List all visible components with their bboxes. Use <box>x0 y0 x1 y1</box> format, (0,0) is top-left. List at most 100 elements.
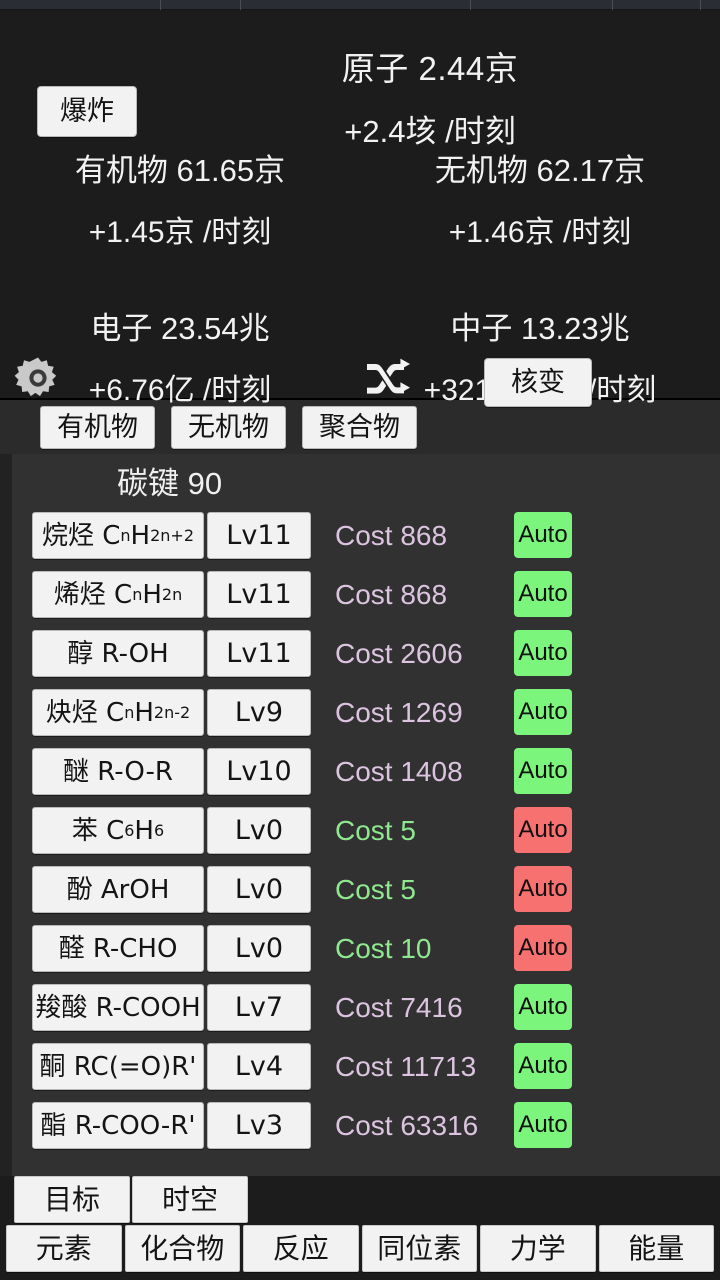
organic-amount: 有机物 61.65京 <box>74 153 286 188</box>
auto-toggle-button[interactable]: Auto <box>514 984 572 1030</box>
upgrade-cost: Cost 868 <box>335 578 448 610</box>
explode-button[interactable]: 爆炸 <box>37 86 137 137</box>
upgrade-cost: Cost 5 <box>335 814 416 846</box>
upgrade-level-button[interactable]: Lv0 <box>207 807 311 854</box>
upgrade-row: 酯 R-COO-R' Lv3 Cost 63316 Auto <box>32 1096 720 1155</box>
upgrade-name-button[interactable]: 醛 R-CHO <box>32 925 204 972</box>
upgrade-cost: Cost 10 <box>335 932 432 964</box>
tab-organic[interactable]: 有机物 <box>40 405 155 449</box>
upgrade-cost: Cost 868 <box>335 519 448 551</box>
inorganic-stat: 无机物 62.17京 +1.46京 /时刻 <box>360 145 720 251</box>
organic-stat: 有机物 61.65京 +1.45京 /时刻 <box>0 145 360 251</box>
app-root: 爆炸 原子 2.44京 +2.4垓 /时刻 有机物 61.65京 +1.45京 … <box>0 0 720 1280</box>
nav-elements[interactable]: 元素 <box>6 1225 122 1272</box>
upgrade-name-button[interactable]: 酯 R-COO-R' <box>32 1102 204 1149</box>
system-bar <box>0 0 720 10</box>
auto-toggle-button[interactable]: Auto <box>514 512 572 558</box>
bottom-nav: 目标 时空 元素 化合物 反应 同位素 力学 能量 <box>0 1176 720 1280</box>
upgrade-name-button[interactable]: 羧酸 R-COOH <box>32 984 204 1031</box>
auto-toggle-button[interactable]: Auto <box>514 748 572 794</box>
upgrade-row-inner: 烯烃 Cn H 2n Lv11 Cost 868 <box>32 565 720 624</box>
upgrade-row-inner: 苯 C 6 H 6 Lv0 Cost 5 <box>32 801 720 860</box>
upgrade-row: 羧酸 R-COOH Lv7 Cost 7416 Auto <box>32 978 720 1037</box>
upgrade-level-button[interactable]: Lv11 <box>207 571 311 618</box>
upgrade-row: 苯 C 6 H 6 Lv0 Cost 5 Auto <box>32 801 720 860</box>
auto-toggle-button[interactable]: Auto <box>514 866 572 912</box>
neutron-amount: 中子 13.23兆 <box>450 311 630 346</box>
upgrade-cost: Cost 5 <box>335 873 416 905</box>
upgrade-row: 烯烃 Cn H 2n Lv11 Cost 868 Auto <box>32 565 720 624</box>
upgrade-name-button[interactable]: 烷烃 Cn H 2n+2 <box>32 512 204 559</box>
bottom-nav-top-row: 目标 时空 <box>0 1176 720 1223</box>
upgrade-row-inner: 酯 R-COO-R' Lv3 Cost 63316 <box>32 1096 720 1155</box>
nav-isotopes[interactable]: 同位素 <box>361 1225 477 1272</box>
upgrade-row-inner: 羧酸 R-COOH Lv7 Cost 7416 <box>32 978 720 1037</box>
auto-toggle-button[interactable]: Auto <box>514 571 572 617</box>
auto-toggle-button[interactable]: Auto <box>514 1043 572 1089</box>
upgrade-level-button[interactable]: Lv11 <box>207 512 311 559</box>
upgrade-level-button[interactable]: Lv0 <box>207 866 311 913</box>
upgrade-level-button[interactable]: Lv4 <box>207 1043 311 1090</box>
atom-stat: 原子 2.44京 +2.4垓 /时刻 <box>200 42 660 151</box>
upgrade-cost: Cost 1269 <box>335 696 463 728</box>
upgrade-row: 酮 RC(=O)R' Lv4 Cost 11713 Auto <box>32 1037 720 1096</box>
upgrade-row-inner: 酮 RC(=O)R' Lv4 Cost 11713 <box>32 1037 720 1096</box>
upgrade-row-inner: 醚 R-O-R Lv10 Cost 1408 <box>32 742 720 801</box>
fusion-button[interactable]: 核变 <box>484 358 592 407</box>
upgrade-row: 醚 R-O-R Lv10 Cost 1408 Auto <box>32 742 720 801</box>
upgrade-cost: Cost 7416 <box>335 991 463 1023</box>
inorganic-rate: +1.46京 /时刻 <box>448 216 632 249</box>
upgrade-row: 醇 R-OH Lv11 Cost 2606 Auto <box>32 624 720 683</box>
auto-toggle-button[interactable]: Auto <box>514 807 572 853</box>
electron-amount: 电子 23.54兆 <box>90 311 270 346</box>
shuffle-icon[interactable] <box>364 358 410 400</box>
upgrade-row: 炔烃 Cn H 2n-2 Lv9 Cost 1269 Auto <box>32 683 720 742</box>
nav-goals[interactable]: 目标 <box>14 1176 130 1223</box>
upgrade-level-button[interactable]: Lv7 <box>207 984 311 1031</box>
tab-polymer[interactable]: 聚合物 <box>302 405 417 449</box>
upgrade-rows: 烷烃 Cn H 2n+2 Lv11 Cost 868 Auto 烯烃 Cn H 2n Lv11 Co… <box>12 506 720 1155</box>
tab-inorganic[interactable]: 无机物 <box>171 405 286 449</box>
upgrade-level-button[interactable]: Lv10 <box>207 748 311 795</box>
upgrade-name-button[interactable]: 炔烃 Cn H 2n-2 <box>32 689 204 736</box>
bottom-nav-main-row: 元素 化合物 反应 同位素 力学 能量 <box>0 1225 720 1280</box>
upgrade-cost: Cost 2606 <box>335 637 463 669</box>
nav-energy[interactable]: 能量 <box>598 1225 714 1272</box>
upgrade-cost: Cost 11713 <box>335 1050 477 1082</box>
upgrade-row: 烷烃 Cn H 2n+2 Lv11 Cost 868 Auto <box>32 506 720 565</box>
nav-compounds[interactable]: 化合物 <box>124 1225 240 1272</box>
resource-grid: 有机物 61.65京 +1.45京 /时刻 无机物 62.17京 +1.46京 … <box>0 145 720 409</box>
upgrade-level-button[interactable]: Lv3 <box>207 1102 311 1149</box>
upgrade-level-button[interactable]: Lv0 <box>207 925 311 972</box>
upgrade-name-button[interactable]: 酚 ArOH <box>32 866 204 913</box>
carbon-bond-counter: 碳键 90 <box>117 465 223 501</box>
upgrade-row-inner: 醇 R-OH Lv11 Cost 2606 <box>32 624 720 683</box>
gear-icon[interactable] <box>14 354 62 402</box>
upgrade-name-button[interactable]: 烯烃 Cn H 2n <box>32 571 204 618</box>
auto-toggle-button[interactable]: Auto <box>514 1102 572 1148</box>
upgrade-row-inner: 烷烃 Cn H 2n+2 Lv11 Cost 868 <box>32 506 720 565</box>
auto-toggle-button[interactable]: Auto <box>514 925 572 971</box>
upgrade-row: 酚 ArOH Lv0 Cost 5 Auto <box>32 860 720 919</box>
upgrade-list-panel: 碳键 90 烷烃 Cn H 2n+2 Lv11 Cost 868 Auto 烯烃 Cn H 2n… <box>0 454 720 1176</box>
upgrade-row: 醛 R-CHO Lv0 Cost 10 Auto <box>32 919 720 978</box>
upgrade-row-inner: 炔烃 Cn H 2n-2 Lv9 Cost 1269 <box>32 683 720 742</box>
upgrade-name-button[interactable]: 酮 RC(=O)R' <box>32 1043 204 1090</box>
stats-panel: 爆炸 原子 2.44京 +2.4垓 /时刻 有机物 61.65京 +1.45京 … <box>0 10 720 407</box>
auto-toggle-button[interactable]: Auto <box>514 630 572 676</box>
upgrade-name-button[interactable]: 苯 C6H6 <box>32 807 204 854</box>
auto-toggle-button[interactable]: Auto <box>514 689 572 735</box>
upgrade-name-button[interactable]: 醚 R-O-R <box>32 748 204 795</box>
upgrade-level-button[interactable]: Lv9 <box>207 689 311 736</box>
nav-spacetime[interactable]: 时空 <box>132 1176 248 1223</box>
upgrade-level-button[interactable]: Lv11 <box>207 630 311 677</box>
upgrade-cost: Cost 1408 <box>335 755 463 787</box>
inorganic-amount: 无机物 62.17京 <box>434 153 646 188</box>
upgrade-row-inner: 醛 R-CHO Lv0 Cost 10 <box>32 919 720 978</box>
organic-rate: +1.45京 /时刻 <box>88 216 272 249</box>
nav-mechanics[interactable]: 力学 <box>480 1225 596 1272</box>
upgrade-cost: Cost 63316 <box>335 1109 479 1141</box>
upgrade-row-inner: 酚 ArOH Lv0 Cost 5 <box>32 860 720 919</box>
nav-reactions[interactable]: 反应 <box>243 1225 359 1272</box>
upgrade-name-button[interactable]: 醇 R-OH <box>32 630 204 677</box>
